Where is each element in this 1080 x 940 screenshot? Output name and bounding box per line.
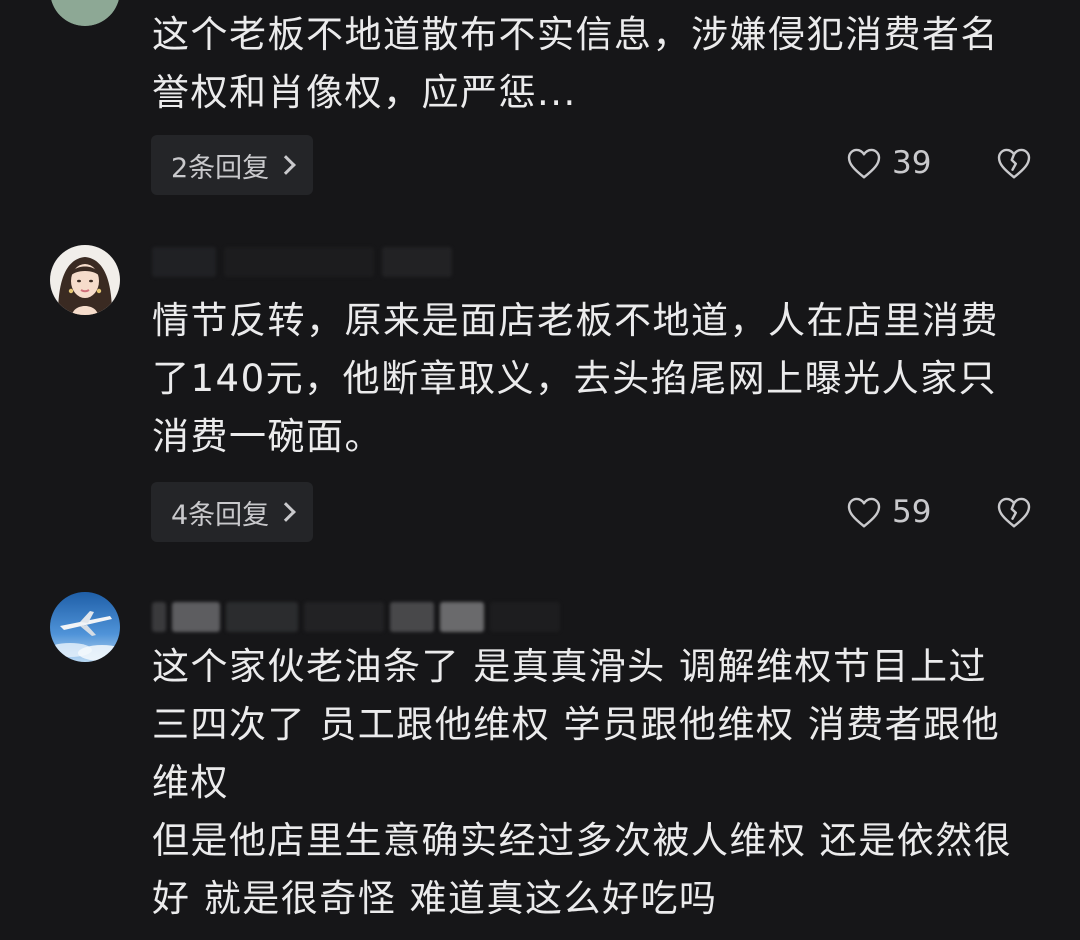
comment-text: 情节反转，原来是面店老板不地道，人在店里消费 了140元，他断章取义，去头掐尾网… <box>152 299 999 458</box>
chevron-right-icon <box>276 502 297 522</box>
like-button[interactable]: 59 <box>846 494 931 530</box>
view-replies-button[interactable]: 4条回复 <box>151 482 314 542</box>
dislike-button[interactable] <box>996 495 1032 533</box>
username-blurred <box>152 245 452 279</box>
like-count: 59 <box>892 494 932 530</box>
heart-outline-icon <box>847 148 881 179</box>
avatar[interactable] <box>50 0 120 26</box>
comment-text: 这个家伙老油条了 是真真滑头 调解维权节目上过 三四次了 员工跟他维权 学员跟他… <box>152 645 1013 920</box>
dislike-button[interactable] <box>996 146 1032 184</box>
replies-label: 2条回复 <box>171 152 270 184</box>
broken-heart-icon <box>997 148 1031 179</box>
view-replies-button[interactable]: 2条回复 <box>151 135 314 195</box>
like-count: 39 <box>892 145 932 181</box>
comment-text: 这个老板不地道散布不实信息，涉嫌侵犯消费者名 誉权和肖像权，应严惩... <box>152 13 999 114</box>
broken-heart-icon <box>997 497 1031 528</box>
username-blurred <box>152 600 560 634</box>
replies-label: 4条回复 <box>171 499 270 531</box>
heart-outline-icon <box>847 497 881 528</box>
avatar[interactable] <box>50 592 120 662</box>
avatar[interactable] <box>50 245 120 315</box>
chevron-right-icon <box>276 155 297 175</box>
like-button[interactable]: 39 <box>846 145 931 181</box>
